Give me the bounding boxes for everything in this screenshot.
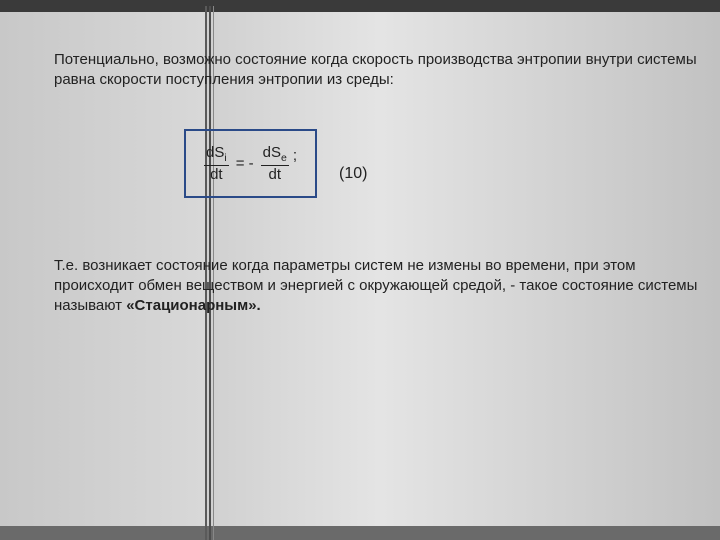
rhs-den: dt	[268, 166, 281, 184]
equation-rhs-fraction: dSe dt	[261, 145, 289, 184]
equation-number: (10)	[339, 163, 367, 185]
paragraph-conclusion: Т.е. возникает состояние когда параметры…	[54, 256, 700, 317]
rhs-num-base: dS	[263, 144, 281, 161]
equation-sign: = -	[233, 154, 257, 174]
lhs-den: dt	[210, 166, 223, 184]
lhs-num-sub: i	[224, 152, 226, 164]
equation-lhs-fraction: dSi dt	[204, 145, 229, 184]
lhs-num-base: dS	[206, 144, 224, 161]
equation-row: dSi dt = - dSe dt ; (10)	[184, 129, 700, 198]
rhs-num-sub: e	[281, 152, 287, 164]
slide-content: Потенциально, возможно состояние когда с…	[54, 50, 700, 316]
equation-box: dSi dt = - dSe dt ;	[184, 129, 317, 198]
equation-terminator: ;	[293, 145, 297, 166]
para2-term: «Стационарным».	[126, 297, 261, 314]
paragraph-intro: Потенциально, возможно состояние когда с…	[54, 50, 700, 91]
top-strip	[0, 0, 720, 12]
bottom-strip	[0, 526, 720, 540]
